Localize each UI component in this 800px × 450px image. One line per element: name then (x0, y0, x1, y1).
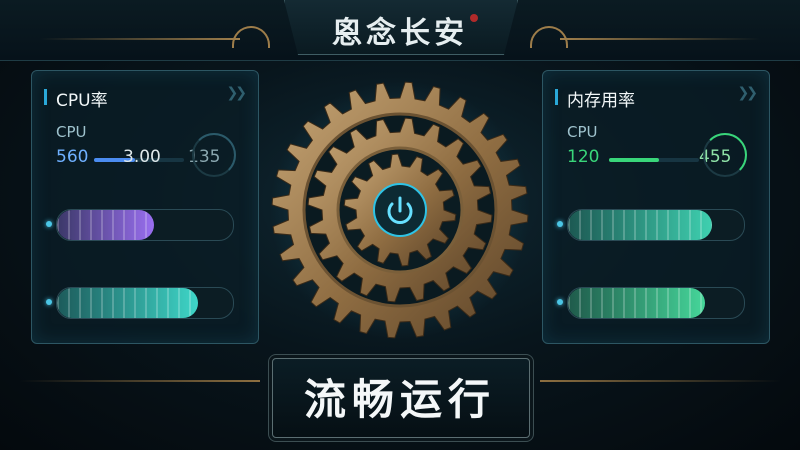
seal-stamp-icon (470, 14, 478, 22)
droplet-icon-2 (46, 299, 52, 305)
memory-level-bar-2-fill (568, 288, 706, 318)
panel-accent-bar (555, 89, 558, 105)
cpu-level-bar-1-fill (57, 210, 154, 240)
memory-level-bar-2 (567, 287, 745, 319)
memory-panel: 内存用率 ❯❯ CPU 120 455 (542, 70, 770, 344)
cpu-level-bar-2-fill (57, 288, 198, 318)
header-ornament-line-right (560, 38, 760, 40)
cpu-panel-title: CPU率 (56, 91, 108, 111)
memory-level-bar-1 (567, 209, 745, 241)
page-title: 恖念长安 (332, 16, 468, 51)
memory-ring-arc (703, 133, 747, 177)
memory-metric-label: CPU (567, 123, 598, 141)
memory-min-value: 120 (567, 147, 600, 167)
cpu-min-value: 560 (56, 147, 89, 167)
memory-panel-title: 内存用率 (567, 91, 635, 111)
cpu-current-value: 3.00 (123, 147, 161, 167)
droplet-icon-3 (557, 221, 563, 227)
memory-level-bar-1-fill (568, 210, 713, 240)
memory-mini-progress-fill (609, 158, 659, 162)
footer-ornament-line-left (20, 380, 260, 382)
footer-ornament-line-right (540, 380, 780, 382)
status-text: 流畅运行 (303, 375, 496, 424)
cpu-level-bar-2 (56, 287, 234, 319)
droplet-icon-1 (46, 221, 52, 227)
cpu-panel: CPU率 ❯❯ CPU 560 3.00 135 (31, 70, 259, 344)
cpu-ring-arc (192, 133, 236, 177)
gear-illustration (270, 80, 530, 340)
header-ornament-line-left (40, 38, 240, 40)
droplet-icon-4 (557, 299, 563, 305)
gear-icon (260, 80, 540, 340)
panel-accent-bar (44, 89, 47, 105)
chevron-double-right-icon[interactable]: ❯❯ (227, 85, 248, 101)
chevron-double-right-icon[interactable]: ❯❯ (738, 85, 759, 101)
cpu-level-bar-1 (56, 209, 234, 241)
memory-mini-progress (609, 158, 699, 162)
cpu-metric-label: CPU (56, 123, 87, 141)
